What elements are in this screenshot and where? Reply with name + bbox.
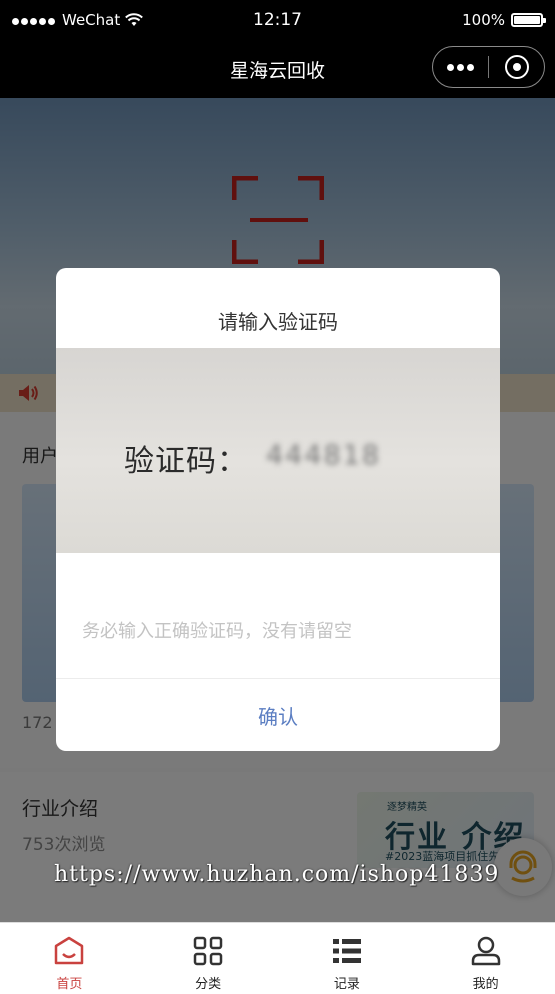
battery-percent: 100%	[462, 11, 505, 29]
target-close-icon	[504, 55, 529, 79]
tab-category[interactable]: 分类	[139, 923, 278, 994]
tab-home[interactable]: 首页	[0, 923, 139, 994]
watermark-text: https://www.huzhan.com/ishop41839	[54, 862, 500, 887]
code-image-value: 444818	[266, 440, 382, 471]
status-right: 100%	[462, 11, 546, 29]
nav-bar: 星海云回收	[0, 40, 555, 98]
mini-program-capsule	[432, 46, 545, 88]
tab-home-label: 首页	[56, 977, 83, 992]
user-icon	[471, 936, 500, 966]
close-mini-program-button[interactable]	[489, 47, 544, 87]
tab-bar: 首页 分类 记录 我的	[0, 922, 555, 994]
dialog-title: 请输入验证码	[218, 310, 338, 334]
list-icon	[332, 939, 361, 963]
status-bar: WeChat 12:17 100%	[0, 0, 555, 40]
tab-mine[interactable]: 我的	[416, 923, 555, 994]
verification-code-image: 验证码： 444818	[56, 348, 500, 553]
code-image-label: 验证码：	[124, 444, 248, 479]
tab-category-label: 分类	[195, 977, 222, 992]
tab-records[interactable]: 记录	[278, 923, 417, 994]
tab-mine-label: 我的	[472, 977, 499, 992]
home-icon	[55, 936, 84, 965]
page: WeChat 12:17 100% 星海云回收 https://www.huzh…	[0, 0, 555, 994]
battery-icon	[511, 13, 546, 27]
category-grid-icon	[193, 936, 223, 966]
tab-records-label: 记录	[333, 977, 360, 992]
more-button[interactable]	[433, 47, 488, 87]
confirm-button[interactable]: 确认	[56, 679, 500, 751]
more-dots-icon	[447, 63, 454, 71]
verification-code-dialog: 请输入验证码 验证码： 444818 确认	[56, 268, 500, 751]
verification-code-input[interactable]	[82, 616, 474, 646]
